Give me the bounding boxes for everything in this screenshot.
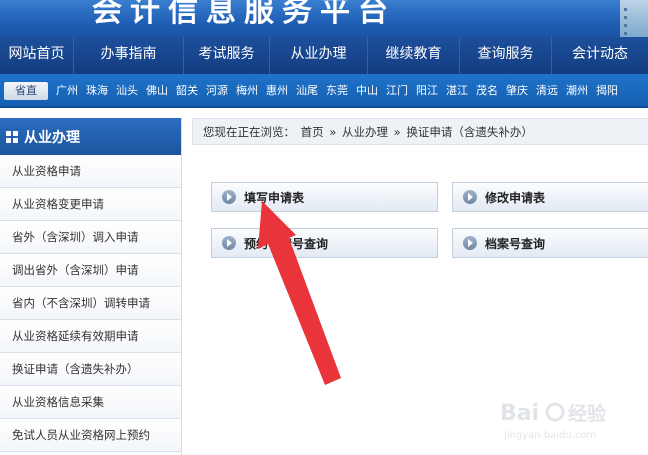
city-link[interactable]: 江门 [386,82,408,100]
city-link[interactable]: 潮州 [566,82,588,100]
nav-exam-service[interactable]: 考试服务 [184,37,270,74]
city-link[interactable]: 清远 [536,82,558,100]
fill-application-label: 填写申请表 [244,190,305,205]
city-link[interactable]: 惠州 [266,82,288,100]
city-list: 广州 珠海 汕头 佛山 韶关 河源 梅州 惠州 汕尾 东莞 中山 江门 阳江 湛… [56,82,626,100]
city-link[interactable]: 茂名 [476,82,498,100]
city-link[interactable]: 东莞 [326,82,348,100]
city-link[interactable]: 汕尾 [296,82,318,100]
archive-number-query-button[interactable]: 档案号查询 [452,228,648,258]
fill-application-button[interactable]: 填写申请表 [211,182,438,212]
sidebar-item-extension[interactable]: 从业资格延续有效期申请 [0,320,181,353]
play-circle-icon [222,236,236,250]
breadcrumb-separator: » [393,125,401,139]
nav-accounting-news[interactable]: 会计动态 [552,37,648,74]
play-circle-icon [463,190,477,204]
city-link[interactable]: 阳江 [416,82,438,100]
sidebar-item-transfer-in[interactable]: 省外（含深圳）调入申请 [0,221,181,254]
breadcrumb-section[interactable]: 从业办理 [342,125,388,139]
play-circle-icon [463,236,477,250]
modify-application-button[interactable]: 修改申请表 [452,182,648,212]
nav-query-service[interactable]: 查询服务 [460,37,552,74]
grid-icon [6,130,18,143]
nav-continuing-education[interactable]: 继续教育 [368,37,460,74]
sidebar-item-transfer-within[interactable]: 省内（不含深圳）调转申请 [0,287,181,320]
sidebar-item-exempt-reservation[interactable]: 免试人员从业资格网上预约 [0,419,181,452]
city-link[interactable]: 湛江 [446,82,468,100]
site-banner: 会计信息服务平台 [0,0,648,37]
sidebar-header: 从业办理 [0,118,181,155]
baidu-jingyan-watermark: Bai 经验 jingyan.baidu.com [500,401,607,441]
sidebar-item-transfer-out[interactable]: 调出省外（含深圳）申请 [0,254,181,287]
play-circle-icon [222,190,236,204]
archive-number-query-label: 档案号查询 [485,236,546,251]
city-link[interactable]: 珠海 [86,82,108,100]
sidebar-item-info-collection[interactable]: 从业资格信息采集 [0,386,181,419]
nav-practice-handling[interactable]: 从业办理 [270,37,368,74]
city-link[interactable]: 肇庆 [506,82,528,100]
site-title: 会计信息服务平台 [92,0,396,29]
main-nav: 网站首页 办事指南 考试服务 从业办理 继续教育 查询服务 会计动态 [0,37,648,74]
sidebar-item-certificate-renewal[interactable]: 换证申请（含遗失补办） [0,353,181,386]
nav-guide[interactable]: 办事指南 [74,37,184,74]
appointment-number-query-label: 预约申请号查询 [244,236,329,251]
breadcrumb: 您现在正在浏览： 首页 » 从业办理 » 换证申请（含遗失补办） [192,118,648,145]
city-link[interactable]: 中山 [356,82,378,100]
city-bar: 省直 广州 珠海 汕头 佛山 韶关 河源 梅州 惠州 汕尾 东莞 中山 江门 阳… [0,74,648,108]
city-link[interactable]: 梅州 [236,82,258,100]
nav-home[interactable]: 网站首页 [0,37,74,74]
city-link[interactable]: 河源 [206,82,228,100]
sidebar-item-qualification-change[interactable]: 从业资格变更申请 [0,188,181,221]
city-link[interactable]: 广州 [56,82,78,100]
modify-application-label: 修改申请表 [485,190,546,205]
svg-text:jingyan.baidu.com: jingyan.baidu.com [503,430,596,441]
appointment-number-query-button[interactable]: 预约申请号查询 [211,228,438,258]
breadcrumb-home[interactable]: 首页 [301,125,324,139]
city-link[interactable]: 佛山 [146,82,168,100]
city-link[interactable]: 揭阳 [596,82,618,100]
building-image [620,0,648,37]
svg-text:经验: 经验 [568,402,607,425]
sidebar: 从业办理 从业资格申请 从业资格变更申请 省外（含深圳）调入申请 调出省外（含深… [0,118,182,455]
svg-text:Bai: Bai [500,401,539,426]
city-link[interactable]: 汕头 [116,82,138,100]
breadcrumb-prefix: 您现在正在浏览： [203,125,295,139]
province-button[interactable]: 省直 [4,82,48,100]
city-link[interactable]: 韶关 [176,82,198,100]
breadcrumb-separator: » [329,125,337,139]
sidebar-title: 从业办理 [24,129,80,146]
sidebar-item-qualification-apply[interactable]: 从业资格申请 [0,155,181,188]
breadcrumb-current: 换证申请（含遗失补办） [406,125,533,139]
